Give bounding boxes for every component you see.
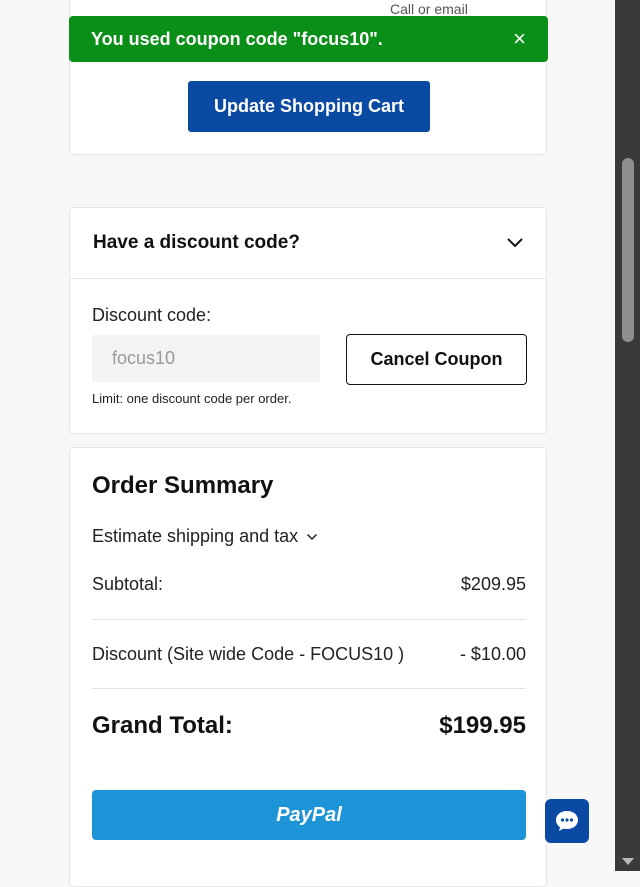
discount-code-input[interactable] (92, 335, 320, 382)
estimate-shipping-label: Estimate shipping and tax (92, 526, 299, 546)
discount-toggle[interactable]: Have a discount code? (70, 208, 546, 279)
coupon-success-notice: You used coupon code "focus10". × (69, 16, 548, 62)
order-summary-card: Order Summary Estimate shipping and tax … (69, 447, 547, 887)
estimate-shipping-toggle[interactable]: Estimate shipping and tax (92, 526, 318, 547)
discount-row-label: Discount (Site wide Code - FOCUS10 ) (92, 644, 405, 664)
scroll-down-arrow-icon[interactable] (622, 858, 634, 865)
chat-bubble-icon (556, 811, 578, 831)
discount-code-card: Have a discount code? Discount code: Can… (69, 207, 547, 434)
grand-total-value: $199.95 (439, 712, 526, 739)
discount-row: Discount (Site wide Code - FOCUS10 ) - $… (92, 644, 526, 665)
grand-total-row: Grand Total: $199.95 (92, 712, 526, 740)
order-summary-title: Order Summary (92, 472, 274, 499)
update-shopping-cart-button[interactable]: Update Shopping Cart (188, 81, 430, 132)
page-scrollbar[interactable] (615, 0, 640, 871)
chat-widget-button[interactable] (545, 799, 589, 843)
paypal-button[interactable]: PayPal (92, 790, 526, 840)
subtotal-label: Subtotal: (92, 574, 164, 594)
divider (92, 619, 526, 620)
cancel-coupon-button[interactable]: Cancel Coupon (346, 334, 527, 385)
scrollbar-thumb[interactable] (622, 158, 634, 342)
subtotal-value: $209.95 (460, 574, 526, 594)
notice-message: You used coupon code "focus10". (91, 28, 383, 49)
divider (92, 688, 526, 689)
grand-total-label: Grand Total: (92, 712, 233, 739)
contact-text: Call or email (390, 1, 468, 17)
discount-code-label: Discount code: (92, 305, 212, 325)
discount-limit-note: Limit: one discount code per order. (92, 391, 292, 406)
chevron-down-icon (507, 238, 523, 248)
discount-row-value: - $10.00 (459, 644, 526, 664)
subtotal-row: Subtotal: $209.95 (92, 574, 526, 595)
chevron-down-icon (307, 533, 318, 540)
discount-title: Have a discount code? (93, 232, 300, 253)
close-icon[interactable]: × (513, 26, 526, 52)
